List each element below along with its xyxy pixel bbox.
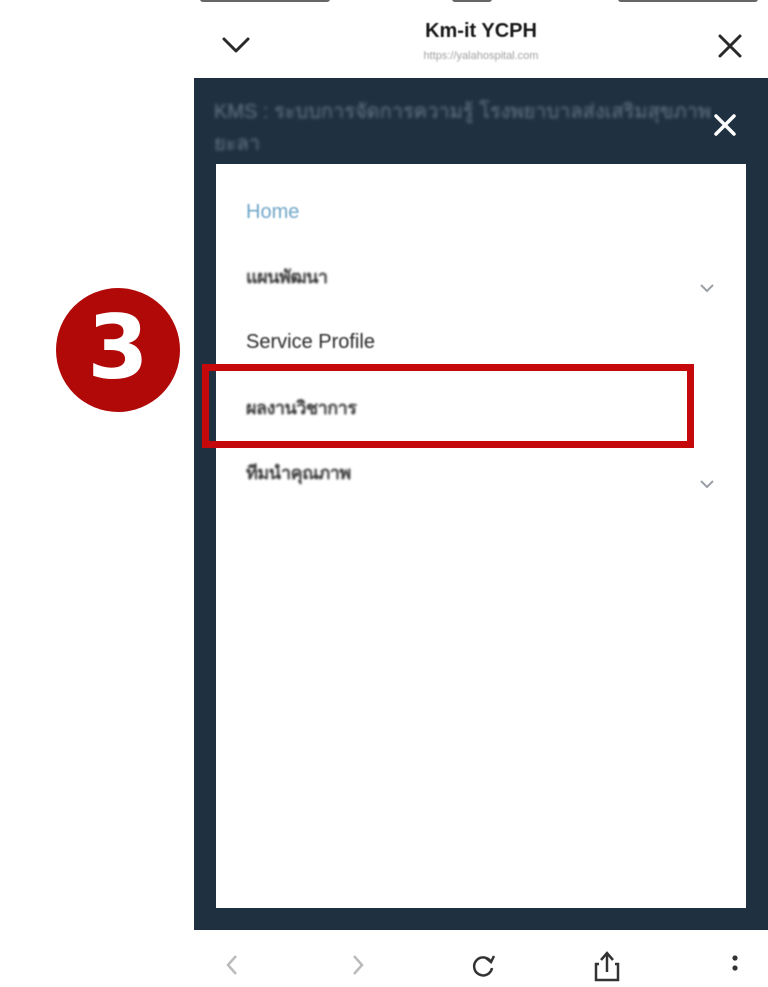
reload-icon[interactable] (466, 948, 500, 982)
menu-item-home[interactable]: Home (246, 192, 718, 232)
status-bar-time (452, 0, 492, 8)
browser-header: Km-it YCPH https://yalahospital.com (194, 10, 768, 78)
close-icon[interactable] (712, 28, 748, 64)
step-number-badge: 3 (56, 288, 180, 412)
menu-item-service-profile[interactable]: Service Profile (246, 322, 718, 362)
menu-item-development-plan[interactable]: แผนพัฒนา (246, 257, 718, 297)
browser-bottom-nav (194, 930, 768, 982)
menu-item-quality-team[interactable]: ทีมนำคุณภาพ (246, 453, 718, 493)
more-icon[interactable] (718, 948, 752, 982)
status-bar-indicators (618, 0, 758, 8)
status-bar-carrier (200, 0, 330, 8)
site-header-title: KMS : ระบบการจัดการความรู้ โรงพยาบาลส่งเ… (214, 101, 712, 155)
menu-item-label: Home (246, 201, 300, 223)
menu-item-label: ทีมนำคุณภาพ (246, 463, 351, 483)
forward-icon[interactable] (340, 948, 374, 982)
chevron-down-icon (698, 269, 716, 293)
share-icon[interactable] (590, 948, 624, 982)
annotation-highlight-box (202, 364, 694, 448)
step-number: 3 (87, 296, 149, 399)
chevron-down-icon[interactable] (216, 30, 256, 60)
back-icon[interactable] (216, 948, 250, 982)
menu-item-label: แผนพัฒนา (246, 267, 328, 287)
menu-item-label: Service Profile (246, 331, 375, 353)
close-icon[interactable] (708, 108, 742, 142)
nav-menu-panel: Home แผนพัฒนา Service Profile ผลงานวิชาก… (216, 164, 746, 908)
chevron-down-icon (698, 465, 716, 489)
page-title: Km-it YCPH (425, 20, 537, 42)
page-url: https://yalahospital.com (423, 50, 539, 62)
